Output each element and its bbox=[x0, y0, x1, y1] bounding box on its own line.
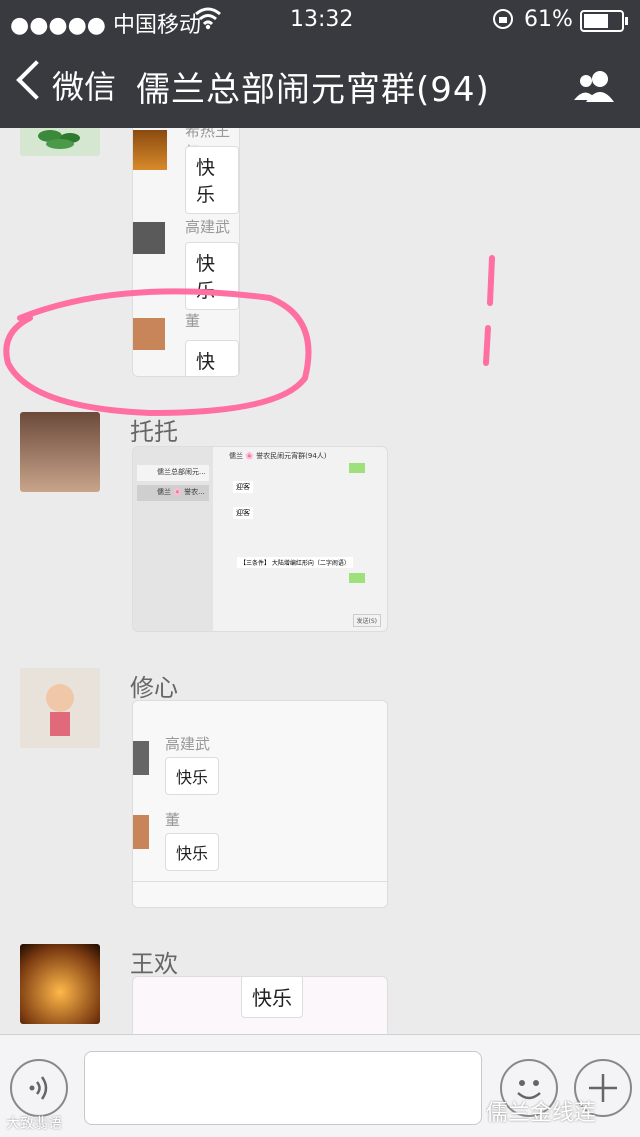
chat-bubble-self bbox=[349, 463, 365, 473]
message-input[interactable] bbox=[84, 1051, 482, 1125]
chat-bubble: 迎客 bbox=[233, 507, 253, 519]
watermark-right: 儒兰金线莲 bbox=[486, 1101, 597, 1126]
sender-name: 托托 bbox=[130, 418, 178, 446]
avatar[interactable] bbox=[20, 944, 100, 1024]
nav-bar: 微信 儒兰总部闹元宵群(94) bbox=[0, 40, 640, 128]
forwarded-screenshot[interactable]: 快乐 bbox=[132, 976, 388, 1034]
chevron-left-icon bbox=[16, 60, 56, 100]
sender-name: 董 bbox=[165, 811, 181, 829]
chat-title: 儒兰总部闹元宵群(94) bbox=[136, 70, 490, 110]
message-bubble: 快乐 bbox=[185, 242, 239, 310]
forwarded-screenshot[interactable]: 高建武 快乐 董 快乐 bbox=[132, 700, 388, 908]
avatar[interactable] bbox=[20, 412, 100, 492]
message-bubble: 快乐 bbox=[241, 977, 303, 1018]
avatar bbox=[133, 130, 167, 170]
list-item: 儒兰总部闹元... bbox=[137, 465, 209, 481]
wifi-icon bbox=[194, 6, 222, 36]
battery-percent: 61% bbox=[524, 7, 573, 32]
message-bubble: 快乐 bbox=[185, 146, 239, 214]
group-members-icon[interactable] bbox=[570, 68, 620, 104]
chat-bubble-self bbox=[349, 573, 365, 583]
sender-name: 高建武 bbox=[165, 735, 211, 753]
avatar[interactable] bbox=[20, 128, 100, 156]
illustration-icon bbox=[46, 684, 74, 736]
pc-sidebar: 儒兰总部闹元... 儒兰 🌸 誉农... bbox=[133, 447, 213, 631]
carrier-text: ●●●●● 中国移动 bbox=[10, 13, 201, 38]
back-button[interactable]: 微信 bbox=[0, 40, 120, 128]
screenshot-message[interactable]: 儒兰总部闹元... 儒兰 🌸 誉农... 儒兰 🌸 誉农民闹元宵群(94人) 迎… bbox=[132, 446, 388, 632]
back-label: 微信 bbox=[52, 68, 117, 106]
message-bubble: 快乐 bbox=[185, 340, 239, 376]
sender-name: 董 bbox=[185, 312, 201, 330]
rotation-lock-icon bbox=[492, 8, 514, 36]
clock: 13:32 bbox=[290, 7, 354, 32]
sender-name: 修心 bbox=[130, 674, 178, 702]
voice-button[interactable] bbox=[10, 1059, 68, 1117]
status-bar: ●●●●● 中国移动 13:32 61% bbox=[0, 0, 640, 40]
avatar bbox=[133, 815, 149, 849]
chat-area[interactable]: 希热王红 快乐 高建武 快乐 董 快乐 托托 儒兰总部闹元... 儒兰 🌸 誉农… bbox=[0, 128, 640, 1034]
sender-name: 高建武 bbox=[185, 218, 231, 236]
divider bbox=[133, 881, 387, 882]
message-bubble: 快乐 bbox=[165, 833, 220, 871]
forwarded-screenshot[interactable]: 希热王红 快乐 高建武 快乐 董 快乐 bbox=[132, 128, 240, 377]
quote-bubble: 【三条件】 大陆增编红形向（二字闹语） bbox=[237, 557, 353, 568]
avatar bbox=[133, 222, 165, 254]
chat-bubble: 迎客 bbox=[233, 481, 253, 493]
window-title: 儒兰 🌸 誉农民闹元宵群(94人) bbox=[229, 452, 327, 460]
battery-icon bbox=[580, 10, 630, 38]
voice-icon bbox=[29, 1076, 48, 1100]
message-bubble: 快乐 bbox=[165, 757, 220, 795]
avatar bbox=[133, 318, 165, 350]
plant-icon bbox=[38, 130, 80, 149]
watermark-left: 大致翡语 bbox=[6, 1116, 62, 1132]
input-bar: 大致翡语 儒兰金线莲 bbox=[0, 1034, 640, 1137]
send-button: 发送(S) bbox=[352, 614, 381, 627]
avatar bbox=[133, 741, 149, 775]
avatar[interactable] bbox=[20, 668, 100, 748]
list-item: 儒兰 🌸 誉农... bbox=[137, 485, 209, 501]
sender-name: 王欢 bbox=[130, 950, 178, 978]
